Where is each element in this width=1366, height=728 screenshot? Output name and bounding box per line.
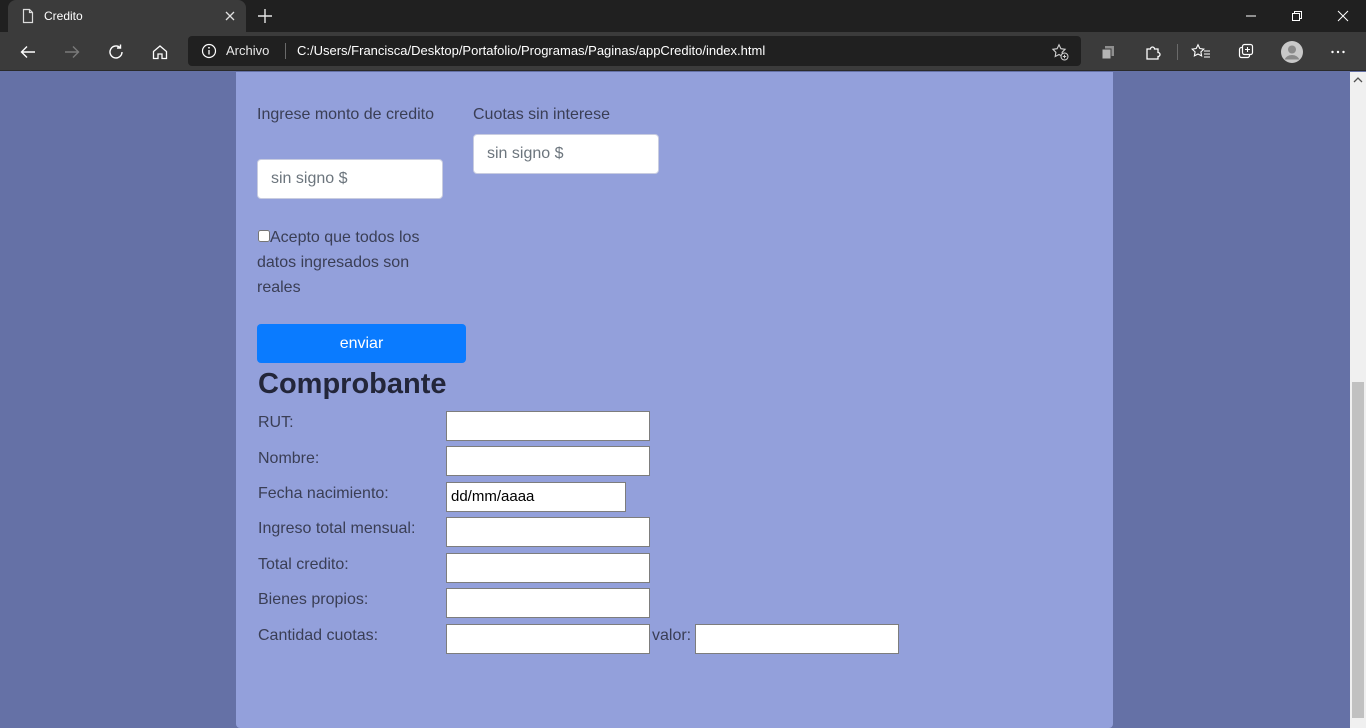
toolbar-divider [1177,44,1178,60]
page-icon [22,8,34,24]
assets-label: Bienes propios: [258,591,369,608]
page-viewport: Ingrese monto de credito Cuotas sin inte… [0,72,1350,728]
address-divider [285,43,286,59]
copy-pages-icon [1101,46,1114,60]
valor-field[interactable] [695,624,899,654]
submit-button[interactable]: enviar [257,324,466,363]
refresh-icon [109,44,123,59]
vertical-scrollbar[interactable] [1350,72,1366,728]
close-tab-icon[interactable] [222,8,238,24]
browser-tab[interactable]: Credito [8,0,246,32]
nombre-field[interactable] [446,446,650,476]
more-icon [1331,50,1345,54]
birthdate-label: Fecha nacimiento: [258,485,389,502]
home-button[interactable] [149,41,171,63]
info-icon[interactable] [201,43,217,59]
scrollbar-thumb[interactable] [1352,382,1364,718]
installments-label: Cuotas sin interese [473,106,610,123]
favorites-button[interactable] [1190,41,1212,63]
accept-label: Acepto que todos los datos ingresados so… [257,229,420,296]
new-tab-icon[interactable] [256,7,274,25]
minimize-icon [1246,15,1256,17]
collections-button[interactable] [1097,41,1119,63]
back-arrow-icon [20,46,35,58]
refresh-button[interactable] [105,41,127,63]
avatar [1281,41,1303,63]
profile-button[interactable] [1280,40,1304,64]
tab-title: Credito [44,9,83,23]
birthdate-field[interactable]: dd/mm/aaaa [446,482,626,512]
income-label: Ingreso total mensual: [258,520,416,537]
more-menu-button[interactable] [1327,41,1349,63]
rut-label: RUT: [258,414,294,431]
forward-arrow-icon [65,46,80,58]
receipt-heading: Comprobante [258,368,447,400]
assets-field[interactable] [446,588,650,618]
amount-input[interactable] [257,159,443,199]
favorites-icon [1191,43,1210,58]
installments-count-field[interactable] [446,624,650,654]
forward-button[interactable] [61,41,83,63]
close-window-button[interactable] [1320,0,1366,32]
restore-icon [1292,11,1302,21]
scroll-up-arrow-icon[interactable] [1353,76,1363,84]
valor-label: valor: [652,627,692,644]
collections-add-button[interactable] [1235,41,1257,63]
total-credit-field[interactable] [446,553,650,583]
browser-toolbar: Archivo C:/Users/Francisca/Desktop/Porta… [0,32,1366,71]
close-icon [1337,10,1349,22]
tab-strip: Credito [0,0,1366,32]
puzzle-icon [1146,46,1161,60]
installments-input[interactable] [473,134,659,174]
restore-button[interactable] [1274,0,1320,32]
address-bar[interactable]: Archivo C:/Users/Francisca/Desktop/Porta… [188,36,1081,66]
back-button[interactable] [17,41,39,63]
nombre-label: Nombre: [258,450,320,467]
add-favorite-icon[interactable] [1051,43,1069,61]
total-credit-label: Total credito: [258,556,349,573]
address-url[interactable]: C:/Users/Francisca/Desktop/Portafolio/Pr… [297,43,765,59]
home-icon [152,45,168,60]
form-container: Ingrese monto de credito Cuotas sin inte… [236,72,1113,728]
collections-icon [1238,43,1254,59]
installments-count-label: Cantidad cuotas: [258,627,379,644]
rut-field[interactable] [446,411,650,441]
extensions-button[interactable] [1142,41,1164,63]
address-scheme-label: Archivo [226,43,270,58]
minimize-button[interactable] [1228,0,1274,32]
amount-label: Ingrese monto de credito [257,106,434,123]
income-field[interactable] [446,517,650,547]
